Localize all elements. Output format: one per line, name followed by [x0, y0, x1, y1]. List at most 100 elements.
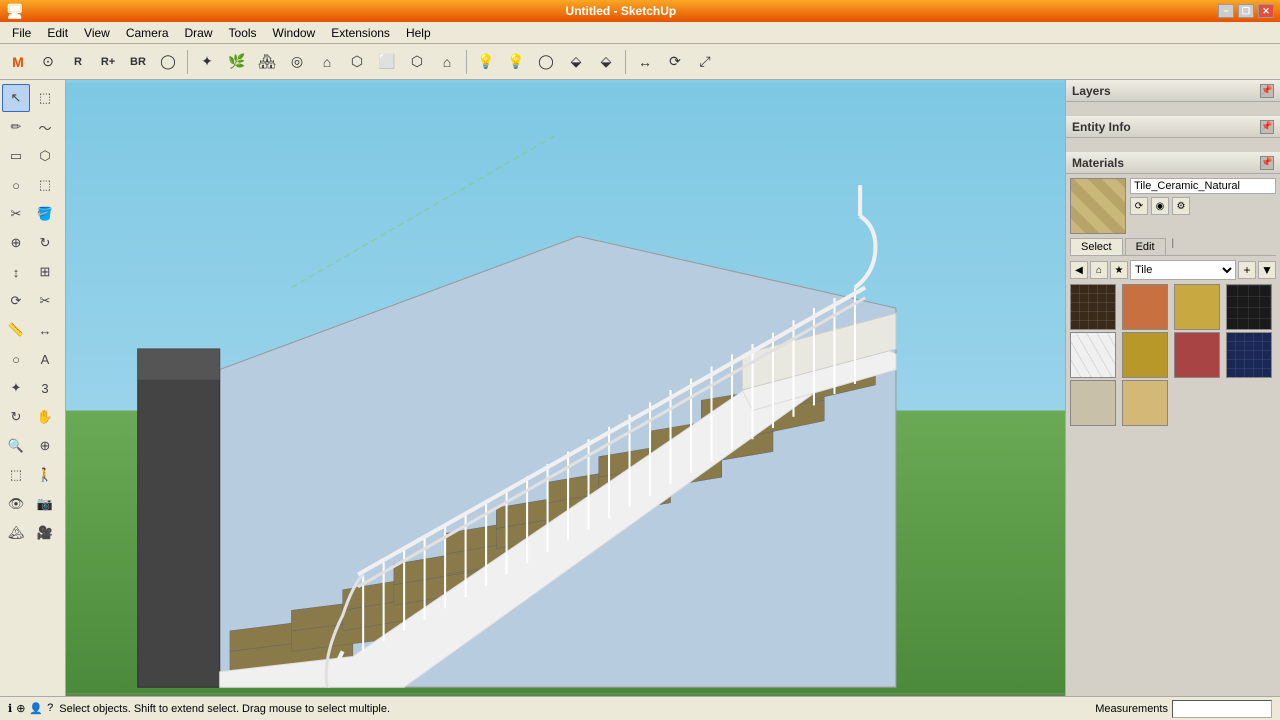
walk-tool[interactable]: 🚶 [31, 461, 59, 489]
toolbar-btn-16[interactable]: 💡 [502, 48, 530, 76]
tape-measure-tool[interactable]: 📏 [2, 316, 30, 344]
status-user-icon[interactable]: 👤 [29, 702, 43, 715]
toolbar-btn-10[interactable]: ⌂ [313, 48, 341, 76]
material-bookmark-button[interactable]: ★ [1110, 261, 1128, 279]
menu-item-edit[interactable]: Edit [39, 24, 76, 42]
toolbar-btn-17[interactable]: ◯ [532, 48, 560, 76]
scene-svg [66, 80, 1065, 696]
material-home-button[interactable]: ⌂ [1090, 261, 1108, 279]
toolbar-btn-15[interactable]: 💡 [472, 48, 500, 76]
toolbar-btn-21[interactable]: ⟳ [661, 48, 689, 76]
look-around-tool[interactable]: 👁 [2, 490, 30, 518]
swatch-red-tile[interactable] [1174, 332, 1220, 378]
toolbar-btn-4[interactable]: BR [124, 48, 152, 76]
menu-item-extensions[interactable]: Extensions [323, 24, 398, 42]
swatch-navy-tile[interactable] [1226, 332, 1272, 378]
menu-item-file[interactable]: File [4, 24, 39, 42]
material-details-button[interactable]: ⚙ [1172, 197, 1190, 215]
toolbar-btn-12[interactable]: ⬜ [373, 48, 401, 76]
orbit-tool[interactable]: ↻ [2, 403, 30, 431]
toolbar-btn-9[interactable]: ◎ [283, 48, 311, 76]
toolbar-btn-1[interactable]: ⊙ [34, 48, 62, 76]
select-tool[interactable]: ↖ [2, 84, 30, 112]
viewport[interactable] [66, 80, 1065, 696]
dimension-tool[interactable]: ↔ [31, 316, 59, 344]
measurements-input[interactable] [1172, 700, 1272, 718]
circle-tool[interactable]: ○ [2, 171, 30, 199]
materials-pin-button[interactable]: 📌 [1260, 156, 1274, 170]
offset-tool[interactable]: ⬚ [31, 171, 59, 199]
swatch-beige-tile[interactable] [1122, 380, 1168, 426]
toolbar-btn-22[interactable]: ⤢ [691, 48, 719, 76]
tab-select[interactable]: Select [1070, 238, 1123, 255]
push-pull-tool[interactable]: ⊞ [31, 258, 59, 286]
viewport-canvas[interactable] [66, 80, 1065, 696]
toolbar-btn-5[interactable]: ◯ [154, 48, 182, 76]
axes-tool[interactable]: ✦ [2, 374, 30, 402]
close-button[interactable]: ✕ [1258, 4, 1274, 18]
space-navigator-tool[interactable]: ⬚ [31, 84, 59, 112]
rotate-tool[interactable]: ↻ [31, 229, 59, 257]
swatch-tan-tile[interactable] [1174, 284, 1220, 330]
toolbar-btn-7[interactable]: 🌿 [223, 48, 251, 76]
material-add-button[interactable]: + [1238, 261, 1256, 279]
eraser-tool[interactable]: ✂ [2, 200, 30, 228]
swatch-light-tile[interactable] [1070, 380, 1116, 426]
arc-tool[interactable]: 〜 [31, 113, 59, 141]
toolbar-btn-8[interactable]: 🏘 [253, 48, 281, 76]
material-back-button[interactable]: ◀ [1070, 261, 1088, 279]
material-in-model-button[interactable]: ◉ [1151, 197, 1169, 215]
menu-item-window[interactable]: Window [265, 24, 324, 42]
swatch-orange-tile[interactable] [1122, 284, 1168, 330]
pencil-tool[interactable]: ✏ [2, 113, 30, 141]
toolbar-btn-6[interactable]: ✦ [193, 48, 221, 76]
toolbar-sketchup-logo[interactable]: M [4, 48, 32, 76]
position-camera-tool[interactable]: 📷 [31, 490, 59, 518]
pan-tool[interactable]: ✋ [31, 403, 59, 431]
advanced-camera-tool[interactable]: 🎥 [31, 519, 59, 547]
swatch-black-tile[interactable] [1226, 284, 1272, 330]
menu-item-tools[interactable]: Tools [221, 24, 265, 42]
layers-pin-button[interactable]: 📌 [1260, 84, 1274, 98]
polygon-tool[interactable]: ⬡ [31, 142, 59, 170]
material-name-input[interactable] [1130, 178, 1276, 194]
toolbar-btn-2[interactable]: R [64, 48, 92, 76]
toolbar-btn-11[interactable]: ⬡ [343, 48, 371, 76]
rectangle-tool[interactable]: ▭ [2, 142, 30, 170]
material-more-button[interactable]: ▼ [1258, 261, 1276, 279]
swatch-hex-white[interactable] [1070, 332, 1116, 378]
zoom-tool[interactable]: 🔍 [2, 432, 30, 460]
status-add-icon[interactable]: ⊕ [16, 702, 25, 715]
zoom-extents-tool[interactable]: ⊕ [31, 432, 59, 460]
swatch-gold-tile[interactable] [1122, 332, 1168, 378]
status-info-icon[interactable]: ℹ [8, 702, 12, 715]
toolbar-btn-13[interactable]: ⬡ [403, 48, 431, 76]
material-browse-button[interactable]: ⟳ [1130, 197, 1148, 215]
material-category-dropdown[interactable]: Tile [1130, 260, 1236, 280]
tab-edit[interactable]: Edit [1125, 238, 1166, 255]
minimize-button[interactable]: − [1218, 4, 1234, 18]
swatch-dark-tile[interactable] [1070, 284, 1116, 330]
paint-bucket-tool[interactable]: 🪣 [31, 200, 59, 228]
menu-item-help[interactable]: Help [398, 24, 439, 42]
entity-info-pin-button[interactable]: 📌 [1260, 120, 1274, 134]
toolbar-btn-14[interactable]: ⌂ [433, 48, 461, 76]
3d-text-tool[interactable]: 3 [31, 374, 59, 402]
menu-item-draw[interactable]: Draw [177, 24, 221, 42]
text-tool[interactable]: A [31, 345, 59, 373]
menu-item-view[interactable]: View [76, 24, 118, 42]
restore-button[interactable]: ❐ [1238, 4, 1254, 18]
section-plane-tool[interactable]: ⬚ [2, 461, 30, 489]
status-help-icon[interactable]: ? [47, 702, 53, 715]
move-tool[interactable]: ⊕ [2, 229, 30, 257]
follow-me-tool[interactable]: ⟳ [2, 287, 30, 315]
menu-item-camera[interactable]: Camera [118, 24, 177, 42]
intersect-tool[interactable]: ✂ [31, 287, 59, 315]
protractor-tool[interactable]: ○ [2, 345, 30, 373]
toolbar-btn-20[interactable]: ↔ [631, 48, 659, 76]
toolbar-btn-19[interactable]: ⬙ [592, 48, 620, 76]
toolbar-btn-3[interactable]: R+ [94, 48, 122, 76]
sandbox-tool[interactable]: 🏔 [2, 519, 30, 547]
toolbar-btn-18[interactable]: ⬙ [562, 48, 590, 76]
scale-tool[interactable]: ↕ [2, 258, 30, 286]
